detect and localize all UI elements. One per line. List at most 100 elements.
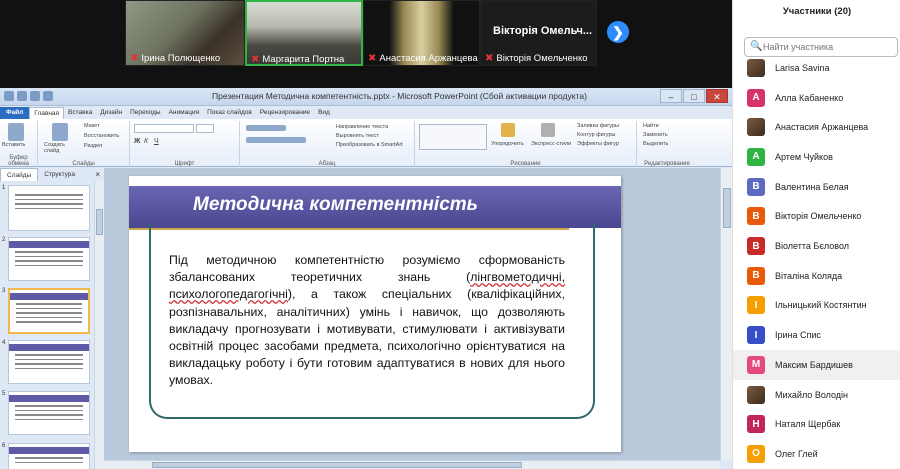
- slide-body-text[interactable]: Під методичною компетентністю розуміємо …: [169, 252, 565, 390]
- video-tile[interactable]: ✖ Анастасия Аржанцева: [363, 0, 480, 66]
- align-icons[interactable]: [246, 137, 306, 143]
- avatar: В: [747, 266, 765, 285]
- customize-icon[interactable]: [43, 91, 53, 101]
- participant-row[interactable]: М Максим Бардишев: [733, 350, 900, 380]
- font-name-select[interactable]: [134, 124, 194, 133]
- tile-caption: ✖ Вікторія Омельченко: [485, 50, 588, 65]
- slide-thumbnail[interactable]: [8, 340, 90, 384]
- tab-outline[interactable]: Структура: [38, 168, 81, 181]
- video-tile[interactable]: ✖ Ірина Полющенко: [125, 0, 245, 66]
- shapes-gallery[interactable]: [419, 124, 487, 150]
- avatar: В: [747, 237, 765, 256]
- ribbon-tabs: Файл Главная Вставка Дизайн Переходы Ани…: [0, 106, 732, 119]
- redo-icon[interactable]: [30, 91, 40, 101]
- participant-name: Алла Кабаненко: [775, 92, 844, 103]
- powerpoint-window: Презентация Методична компетентність.ppt…: [0, 88, 732, 469]
- scroll-thumb[interactable]: [96, 209, 103, 235]
- paste-icon[interactable]: [8, 123, 24, 141]
- express-styles-icon[interactable]: [541, 123, 555, 137]
- avatar: [747, 385, 765, 404]
- close-panel-icon[interactable]: ×: [95, 168, 100, 181]
- tab-design[interactable]: Дизайн: [96, 107, 126, 119]
- slide-thumbnail[interactable]: [8, 237, 90, 281]
- participant-row[interactable]: І Ільницький Костянтин: [733, 291, 900, 321]
- font-size-select[interactable]: [196, 124, 214, 133]
- maximize-icon[interactable]: □: [683, 89, 705, 103]
- underline-button[interactable]: Ч: [154, 138, 159, 145]
- avatar: В: [747, 177, 765, 196]
- find-button[interactable]: Найти: [643, 123, 659, 129]
- arrange-button[interactable]: Упорядочить: [491, 141, 524, 147]
- participant-row[interactable]: Анастасия Аржанцева: [733, 112, 900, 142]
- new-slide-icon[interactable]: [52, 123, 68, 141]
- tab-slides[interactable]: Слайды: [0, 168, 39, 181]
- save-icon[interactable]: [4, 91, 14, 101]
- participant-row[interactable]: І Ірина Спис: [733, 320, 900, 350]
- participant-name: Артем Чуйков: [775, 151, 833, 162]
- search-input[interactable]: [763, 40, 893, 54]
- reset-button[interactable]: Восстановить: [84, 133, 119, 139]
- participant-name: Віталіна Коляда: [775, 270, 843, 281]
- tab-slideshow[interactable]: Показ слайдов: [203, 107, 256, 119]
- thumb-number: 6: [2, 443, 6, 449]
- arrange-icon[interactable]: [501, 123, 515, 137]
- slide-vertical-scrollbar[interactable]: [720, 168, 732, 460]
- italic-button[interactable]: К: [144, 138, 148, 145]
- participant-row[interactable]: А Алла Кабаненко: [733, 83, 900, 113]
- list-icons[interactable]: [246, 125, 286, 131]
- shape-outline-button[interactable]: Контур фигуры: [577, 132, 615, 138]
- participant-row[interactable]: Н Наталя Щербак: [733, 409, 900, 439]
- slide-thumbnail-selected[interactable]: [8, 288, 90, 334]
- slide-horizontal-scrollbar[interactable]: [104, 460, 720, 469]
- text-direction-button[interactable]: Направление текста: [336, 124, 388, 130]
- replace-button[interactable]: Заменить: [643, 132, 668, 138]
- slide-thumbnail[interactable]: [8, 443, 90, 469]
- tab-review[interactable]: Рецензирование: [256, 107, 314, 119]
- align-text-button[interactable]: Выровнять текст: [336, 133, 379, 139]
- slide-thumbnail[interactable]: [8, 391, 90, 435]
- participant-row[interactable]: В Віолетта Бєловол: [733, 231, 900, 261]
- participant-row[interactable]: А Артем Чуйков: [733, 142, 900, 172]
- tab-file[interactable]: Файл: [0, 107, 30, 119]
- group-label: Абзац: [318, 161, 336, 167]
- tab-animation[interactable]: Анимация: [165, 107, 204, 119]
- video-tile-active[interactable]: ✖ Маргарита Портна: [245, 0, 363, 66]
- shape-effects-button[interactable]: Эффекты фигур: [577, 141, 619, 147]
- layout-button[interactable]: Макет: [84, 123, 100, 129]
- next-page-arrow-icon[interactable]: ❯: [607, 21, 629, 43]
- close-icon[interactable]: ✕: [706, 89, 728, 103]
- participant-row[interactable]: В Валентина Белая: [733, 172, 900, 202]
- new-slide-button[interactable]: Создать слайд: [44, 142, 76, 154]
- scroll-thumb[interactable]: [152, 462, 522, 468]
- participant-row[interactable]: Михайло Володін: [733, 380, 900, 410]
- shape-fill-button[interactable]: Заливка фигуры: [577, 123, 619, 129]
- participant-row[interactable]: О Олег Глей: [733, 439, 900, 469]
- tab-home[interactable]: Главная: [29, 107, 65, 119]
- undo-icon[interactable]: [17, 91, 27, 101]
- participant-row[interactable]: В Вікторія Омельченко: [733, 202, 900, 232]
- participant-row[interactable]: В Віталіна Коляда: [733, 261, 900, 291]
- window-title: Презентация Методична компетентність.ppt…: [212, 91, 587, 101]
- express-styles-button[interactable]: Экспресс-стили: [531, 141, 571, 147]
- participant-row[interactable]: Larisa Savina: [733, 53, 900, 83]
- slide-title[interactable]: Методична компетентність: [193, 194, 478, 216]
- thumbnails-scrollbar[interactable]: [94, 181, 104, 469]
- bold-button[interactable]: Ж: [134, 138, 140, 145]
- participant-name: Маргарита Портна: [262, 54, 345, 65]
- paste-button[interactable]: Вставить: [2, 142, 25, 148]
- select-button[interactable]: Выделить: [643, 141, 668, 147]
- video-strip: ✖ Ірина Полющенко ✖ Маргарита Портна ✖ Анас…: [0, 0, 732, 88]
- section-button[interactable]: Раздел: [84, 143, 102, 149]
- minimize-icon[interactable]: –: [660, 89, 682, 103]
- tab-insert[interactable]: Вставка: [64, 107, 96, 119]
- tab-transitions[interactable]: Переходы: [126, 107, 165, 119]
- thumb-number: 2: [2, 237, 6, 243]
- current-slide[interactable]: Методична компетентність Під методичною …: [129, 176, 621, 452]
- video-tile[interactable]: Віктopiя Омельч... ✖ Вікторія Омельченко: [480, 0, 597, 66]
- tab-view[interactable]: Вид: [314, 107, 334, 119]
- smartart-button[interactable]: Преобразовать в SmartArt: [336, 142, 403, 148]
- slide-thumbnail[interactable]: [8, 185, 90, 231]
- participant-name: Анастасия Аржанцева: [379, 53, 478, 64]
- scroll-thumb[interactable]: [723, 188, 731, 228]
- thumb-number: 5: [2, 391, 6, 397]
